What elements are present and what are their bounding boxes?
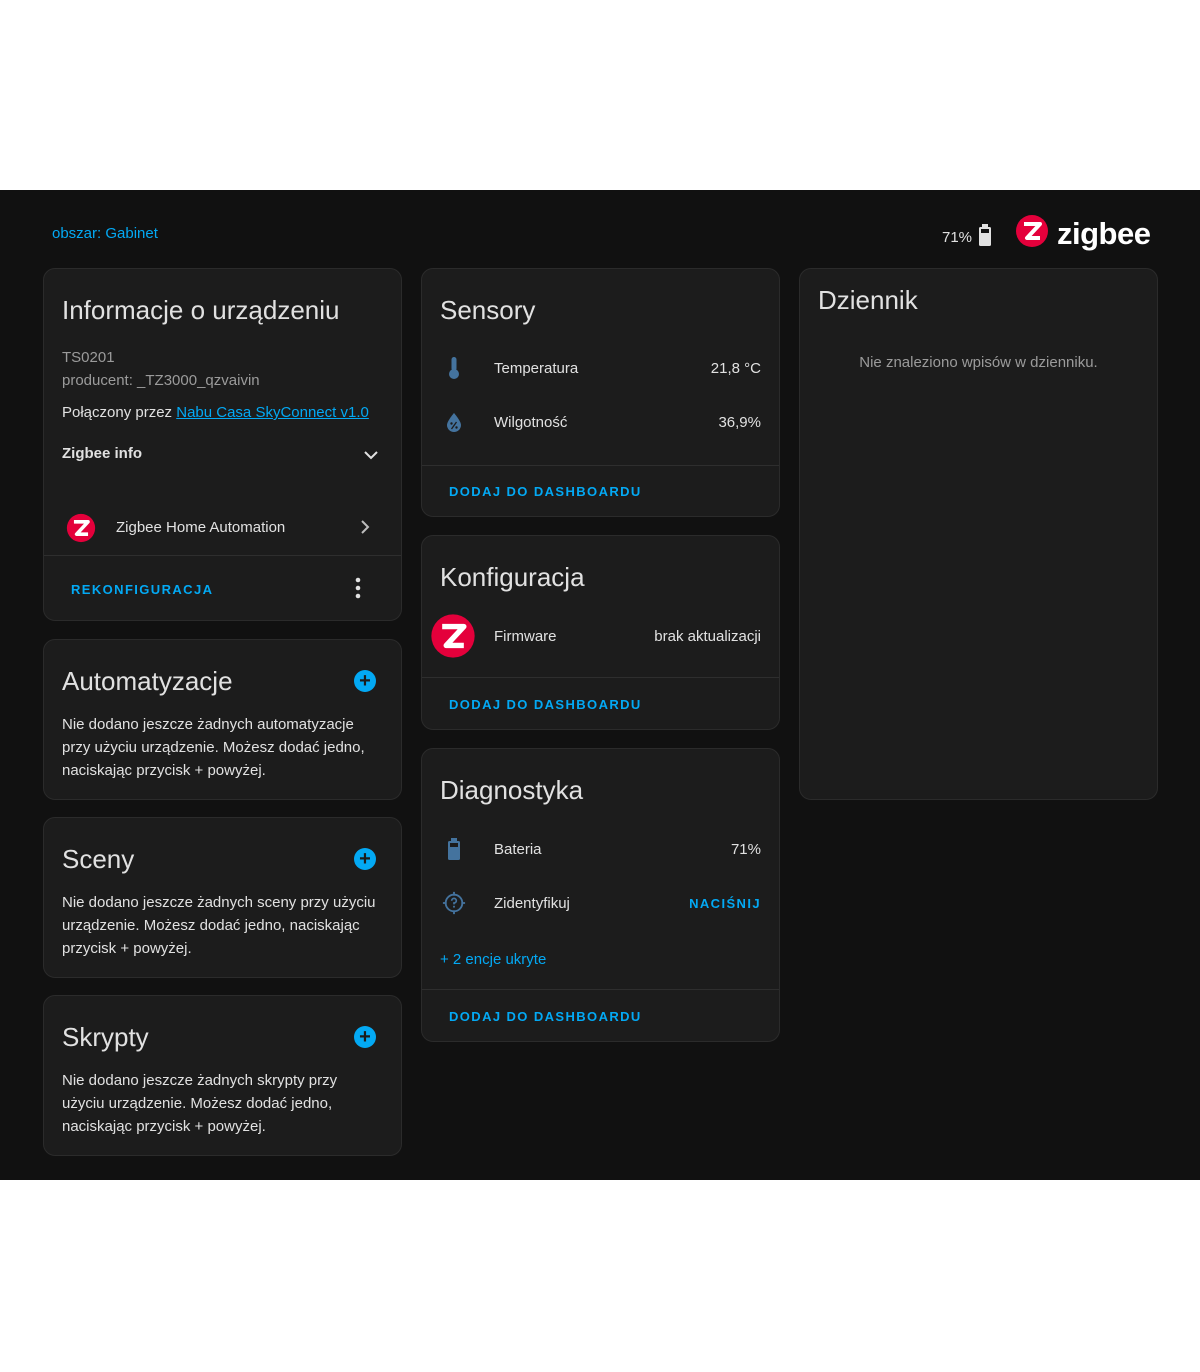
scripts-title: Skrypty [62,1022,149,1052]
zigbee-logo-icon [66,513,96,548]
battery-icon [978,223,992,251]
device-page: obszar: Gabinet 71% zigbee Informacje o … [0,190,1200,1180]
automations-description: Nie dodano jeszcze żadnych automatyzacje… [62,716,365,779]
logbook-title: Dziennik [818,285,918,315]
scripts-description: Nie dodano jeszcze żadnych skrypty przy … [62,1072,338,1135]
scenes-description: Nie dodano jeszcze żadnych sceny przy uż… [62,894,376,957]
diag-label: Bateria [494,840,542,858]
diagnostics-title: Diagnostyka [440,775,584,805]
area-link[interactable]: obszar: Gabinet [52,225,158,242]
thermometer-icon [442,356,466,380]
configuration-title: Konfiguracja [440,562,585,592]
configuration-divider [422,677,779,678]
chevron-down-icon [363,447,379,468]
sensors-divider [422,465,779,466]
device-header: obszar: Gabinet 71% zigbee [0,190,1200,268]
device-info-divider [44,555,401,556]
sensors-add-to-dashboard-button[interactable]: DODAJ DO DASHBOARDU [449,484,642,499]
sensors-title: Sensory [440,295,536,325]
scenes-card: Sceny + Nie dodano jeszcze żadnych sceny… [43,817,402,978]
configuration-add-to-dashboard-button[interactable]: DODAJ DO DASHBOARDU [449,697,642,712]
add-scene-button[interactable]: + [354,848,376,870]
crosshairs-question-icon [442,891,466,915]
water-percent-icon [442,410,466,434]
battery-icon [442,837,466,861]
reconfigure-button[interactable]: REKONFIGURACJA [71,582,213,597]
header-battery: 71% [942,223,992,251]
identify-press-button[interactable]: NACIŚNIJ [689,896,761,911]
diag-value: 71% [730,840,761,858]
header-battery-value: 71% [942,228,973,246]
diag-label: Zidentyfikuj [494,894,570,912]
configuration-card: Konfiguracja Firmware brak aktualizacji … [421,535,780,730]
connected-via-prefix: Połączony przez [62,404,177,421]
diag-row-identify: Zidentyfikuj NACIŚNIJ [422,888,779,918]
zigbee-info-expander[interactable]: Zigbee info [44,437,401,473]
sensor-row-humidity[interactable]: Wilgotność 36,9% [422,407,779,437]
diagnostics-card: Diagnostyka Bateria 71% Zidentyfikuj NAC… [421,748,780,1042]
chevron-right-icon [357,519,373,540]
zigbee-wordmark: zigbee [1057,215,1151,251]
automations-card: Automatyzacje + Nie dodano jeszcze żadny… [43,639,402,800]
logbook-empty-message: Nie znaleziono wpisów w dzienniku. [859,354,1098,371]
scripts-card: Skrypty + Nie dodano jeszcze żadnych skr… [43,995,402,1156]
sensor-value: 21,8 °C [710,359,761,377]
connected-via: Połączony przez Nabu Casa SkyConnect v1.… [62,404,369,421]
config-value: brak aktualizacji [654,627,761,645]
add-automation-button[interactable]: + [354,670,376,692]
scenes-title: Sceny [62,844,135,874]
hidden-entities-link[interactable]: + 2 encje ukryte [440,951,546,968]
config-label: Firmware [494,627,557,645]
logbook-card: Dziennik Nie znaleziono wpisów w dzienni… [799,268,1158,800]
zigbee-logo-icon [1015,214,1049,253]
sensor-label: Wilgotność [494,413,568,431]
device-manufacturer: producent: _TZ3000_qzvaivin [62,372,260,389]
diagnostics-divider [422,989,779,990]
sensor-row-temperature[interactable]: Temperatura 21,8 °C [422,353,779,383]
sensor-label: Temperatura [494,359,579,377]
zigbee-info-label: Zigbee info [62,445,142,462]
device-info-title: Informacje o urządzeniu [62,295,340,325]
sensors-card: Sensory Temperatura 21,8 °C Wilgotność 3… [421,268,780,517]
zigbee-brand-logo: zigbee [1015,214,1151,253]
config-row-firmware[interactable]: Firmware brak aktualizacji [422,614,779,658]
more-vert-icon[interactable] [355,577,361,604]
automations-title: Automatyzacje [62,666,233,696]
add-script-button[interactable]: + [354,1026,376,1048]
integration-row[interactable]: Zigbee Home Automation [44,505,401,549]
diag-row-battery[interactable]: Bateria 71% [422,834,779,864]
connected-via-link[interactable]: Nabu Casa SkyConnect v1.0 [176,404,369,421]
diagnostics-add-to-dashboard-button[interactable]: DODAJ DO DASHBOARDU [449,1009,642,1024]
device-info-card: Informacje o urządzeniu TS0201 producent… [43,268,402,621]
sensor-value: 36,9% [718,413,761,431]
device-model: TS0201 [62,349,115,366]
zigbee-logo-icon [430,613,476,664]
integration-label: Zigbee Home Automation [116,519,286,536]
